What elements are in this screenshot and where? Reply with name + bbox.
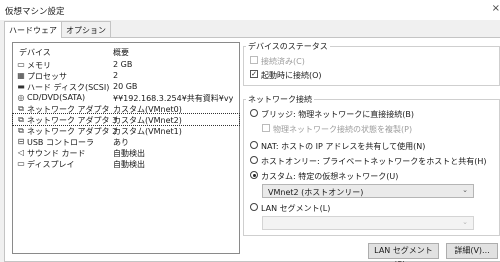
lan-segments-button[interactable]: LAN セグメント(S)... [368, 243, 439, 262]
device-status-label: デバイスのステータス [246, 41, 330, 52]
tab-options[interactable]: オプション [61, 21, 111, 37]
device-row-network-adapter[interactable]: ⧉ ネットワーク アダプタ カスタム(VMnet0) [13, 103, 239, 114]
device-row-cd-dvd[interactable]: ◎ CD/DVD(SATA) ¥¥192.168.3.254¥共有資料¥vy..… [13, 92, 239, 103]
nat-radio[interactable] [250, 141, 258, 149]
sound-card-icon: ◁ [17, 148, 25, 157]
device-row-hard-disk[interactable]: ▬ ハード ディスク(SCSI) 20 GB [13, 81, 239, 92]
hard-disk-icon: ▬ [17, 82, 25, 91]
custom-label: カスタム: 特定の仮想ネットワーク(U) [261, 172, 399, 181]
connected-checkbox[interactable] [250, 56, 258, 64]
memory-icon: ▭ [17, 60, 25, 69]
device-row-display[interactable]: ▭ ディスプレイ 自動検出 [13, 158, 239, 169]
connected-label: 接続済み(C) [261, 57, 305, 66]
column-header-summary[interactable]: 概要 [113, 47, 129, 58]
network-adapter-icon: ⧉ [18, 104, 24, 113]
device-summary: 自動検出 [113, 160, 145, 169]
chevron-down-icon: ⌄ [462, 218, 468, 226]
usb-controller-icon: ⊟ [17, 137, 25, 146]
device-summary: 2 [113, 71, 119, 80]
lan-segment-radio[interactable] [250, 203, 258, 211]
host-only-label: ホストオンリー: プライベートネットワークをホストと共有(H) [261, 157, 487, 166]
custom-radio[interactable] [250, 171, 258, 179]
custom-network-dropdown[interactable]: VMnet2 (ホストオンリー) ⌄ [262, 184, 474, 198]
device-row-network-adapter-2[interactable]: ⧉ ネットワーク アダプタ 2 カスタム(VMnet1) [13, 125, 239, 136]
device-summary: 2 GB [113, 60, 133, 69]
column-header-device[interactable]: デバイス [19, 47, 51, 58]
custom-network-value: VMnet2 (ホストオンリー) [268, 188, 364, 197]
network-adapter-icon: ⧉ [18, 115, 24, 124]
processor-icon: ▦ [17, 71, 25, 80]
bridged-label: ブリッジ: 物理ネットワークに直接接続(B) [261, 110, 414, 119]
display-icon: ▭ [17, 159, 25, 168]
tab-hardware[interactable]: ハードウェア [4, 21, 62, 38]
device-row-processor[interactable]: ▦ プロセッサ 2 [13, 70, 239, 81]
host-only-radio[interactable] [250, 156, 258, 164]
nat-label: NAT: ホストの IP アドレスを共有して使用(N) [261, 142, 426, 151]
device-row-usb-controller[interactable]: ⊟ USB コントローラ あり [13, 136, 239, 147]
network-connection-label: ネットワーク接続 [246, 94, 314, 105]
connect-at-power-on-label: 起動時に接続(O) [261, 71, 322, 80]
lan-segment-dropdown[interactable]: ⌄ [262, 216, 474, 230]
chevron-down-icon: ⌄ [462, 186, 468, 194]
cd-dvd-icon: ◎ [17, 93, 25, 102]
bridged-radio[interactable] [250, 109, 258, 117]
connect-at-power-on-checkbox[interactable]: ✓ [250, 70, 258, 78]
device-row-memory[interactable]: ▭ メモリ 2 GB [13, 59, 239, 70]
title-bar: 仮想マシン設定 × [0, 0, 500, 20]
tab-strip: ハードウェア オプション [4, 21, 111, 38]
replicate-state-label: 物理ネットワーク接続の状態を複製(P) [273, 125, 413, 134]
device-name: CD/DVD(SATA) [27, 93, 86, 102]
close-icon[interactable]: × [492, 3, 500, 14]
device-list[interactable]: デバイス 概要 ▭ メモリ 2 GB ▦ プロセッサ 2 ▬ ハード ディスク(… [12, 42, 240, 254]
network-adapter-icon: ⧉ [18, 126, 24, 135]
device-name: ディスプレイ [27, 160, 75, 169]
window-title: 仮想マシン設定 [5, 7, 65, 17]
device-summary: 20 GB [113, 82, 138, 91]
advanced-button[interactable]: 詳細(V)... [446, 243, 498, 259]
replicate-state-checkbox[interactable] [262, 124, 270, 132]
device-list-header: デバイス 概要 [13, 43, 239, 57]
device-row-network-adapter-3[interactable]: ⧉ ネットワーク アダプタ 3 カスタム(VMnet2) [12, 113, 240, 126]
lan-segment-label: LAN セグメント(L) [261, 204, 331, 213]
device-row-sound-card[interactable]: ◁ サウンド カード 自動検出 [13, 147, 239, 158]
